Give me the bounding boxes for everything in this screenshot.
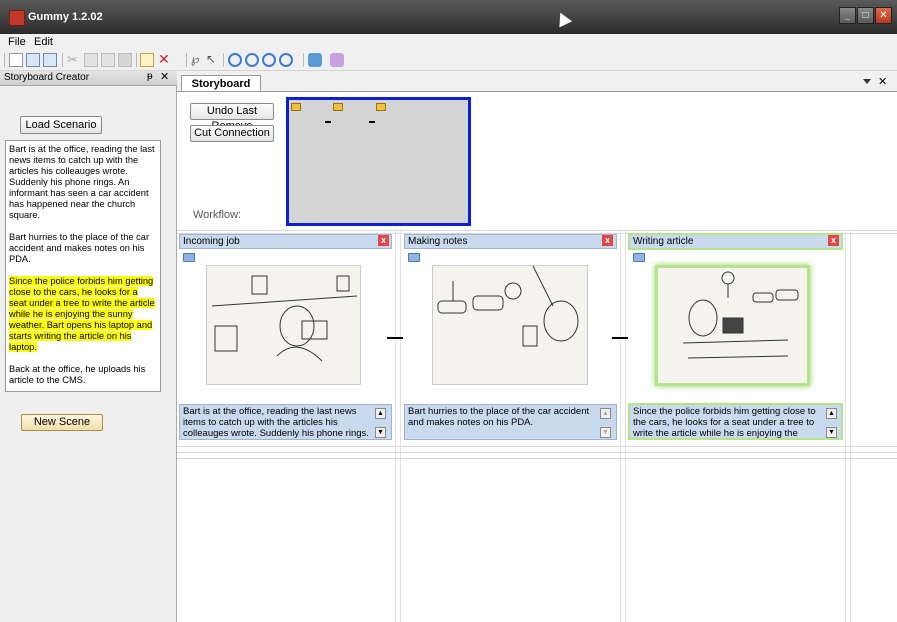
grid-line [395,231,396,622]
pointer-icon[interactable]: ↖ [206,53,220,67]
cut-icon[interactable]: ✂ [67,53,81,67]
scene-close-icon[interactable]: x [378,235,389,246]
toolbar [0,50,897,71]
new-icon[interactable] [9,53,23,67]
zoom-menu-icon[interactable] [279,53,293,67]
paste-icon[interactable] [101,53,115,67]
menu-edit[interactable]: Edit [34,36,53,48]
scenario-text[interactable]: Bart is at the office, reading the last … [5,140,161,392]
toolbar-separator [62,53,63,67]
scene-sketch[interactable] [432,265,588,385]
scene-title[interactable]: Making notes [404,234,617,249]
panel-close-icon[interactable]: ✕ [160,70,169,83]
zoom-icon[interactable] [228,53,242,67]
maximize-button[interactable]: □ [857,7,874,24]
scroll-up-icon[interactable]: ▲ [600,408,611,419]
scenario-paragraph: Bart hurries to the place of the car acc… [9,232,150,264]
open-icon[interactable] [26,53,40,67]
scene-close-icon[interactable]: x [602,235,613,246]
grid-line [620,231,621,622]
grid-line [625,231,626,622]
scenario-paragraph-highlighted: Since the police forbids him getting clo… [9,276,155,352]
delete-icon[interactable] [118,53,132,67]
office-sketch-icon [211,275,358,362]
document-tab-strip [177,71,897,92]
toolbar-separator [186,53,187,67]
grid-line [177,230,897,231]
zoom-in-icon[interactable] [245,53,259,67]
workflow-node-icon[interactable] [291,103,301,111]
scene-close-icon[interactable]: x [828,235,839,246]
toolbar-separator [136,53,137,67]
new-scene-button[interactable]: New Scene [21,414,103,431]
scenario-paragraph: Back at the office, he uploads his artic… [9,364,146,385]
folder-icon[interactable] [183,253,195,262]
load-scenario-button[interactable]: Load Scenario [20,116,102,134]
scene-description[interactable]: Since the police forbids him getting clo… [628,403,843,440]
close-window-button[interactable]: ✕ [875,7,892,24]
grid-line [177,458,897,459]
scene-connection[interactable] [387,337,403,339]
workflow-connection [325,121,331,123]
menu-bar [0,34,897,50]
scroll-up-icon[interactable]: ▲ [826,408,837,419]
scene-sketch[interactable] [206,265,361,385]
app-icon [9,10,25,26]
grid-line [400,231,401,622]
undo-last-remove-button[interactable]: Undo Last Remove [190,103,274,132]
tab-list-chevron-icon[interactable] [863,79,871,84]
workflow-connection [369,121,375,123]
menu-file[interactable]: File [8,36,26,48]
grid-line [177,452,897,453]
remove-scene-icon[interactable]: ✕ [158,52,172,67]
add-scene-icon[interactable] [140,53,154,67]
folder-icon[interactable] [408,253,420,262]
scroll-down-icon[interactable]: ▼ [826,427,837,438]
park-sketch-icon [682,271,799,359]
scene-title[interactable]: Incoming job [179,234,392,249]
pin-icon[interactable]: ᵽ [147,71,153,82]
scene-sketch[interactable] [655,265,810,386]
panel-title: Storyboard Creator [4,72,90,83]
grid-line [177,446,897,447]
tab-close-icon[interactable]: ✕ [878,75,887,88]
workflow-node-icon[interactable] [333,103,343,111]
scene-description[interactable]: Bart is at the office, reading the last … [179,404,392,440]
scene-description[interactable]: Bart hurries to the place of the car acc… [404,404,617,440]
scroll-down-icon[interactable]: ▼ [600,427,611,438]
window-title: Gummy 1.2.02 [28,11,103,23]
scroll-up-icon[interactable]: ▲ [375,408,386,419]
scene-title[interactable]: Writing article [628,233,843,250]
street-sketch-icon [437,266,579,347]
workflow-label: Workflow: [193,209,242,221]
zoom-out-icon[interactable] [262,53,276,67]
copy-icon[interactable] [84,53,98,67]
export-icon[interactable] [330,53,344,67]
tab-storyboard[interactable]: Storyboard [181,75,261,91]
toolbar-grip [4,53,5,67]
save-icon[interactable] [43,53,57,67]
grid-line [845,231,846,622]
lasso-icon[interactable]: ℘ [191,53,205,67]
cut-connection-button[interactable]: Cut Connection [190,125,274,142]
scenario-paragraph: Bart is at the office, reading the last … [9,144,155,220]
workflow-overview[interactable] [286,97,471,226]
layout-icon[interactable] [308,53,322,67]
scene-connection[interactable] [612,337,628,339]
scroll-down-icon[interactable]: ▼ [375,427,386,438]
toolbar-separator [223,53,224,67]
folder-icon[interactable] [633,253,645,262]
grid-line [850,231,851,622]
minimize-button[interactable]: _ [839,7,856,24]
toolbar-separator [303,53,304,67]
workflow-node-icon[interactable] [376,103,386,111]
title-bar [0,0,897,34]
